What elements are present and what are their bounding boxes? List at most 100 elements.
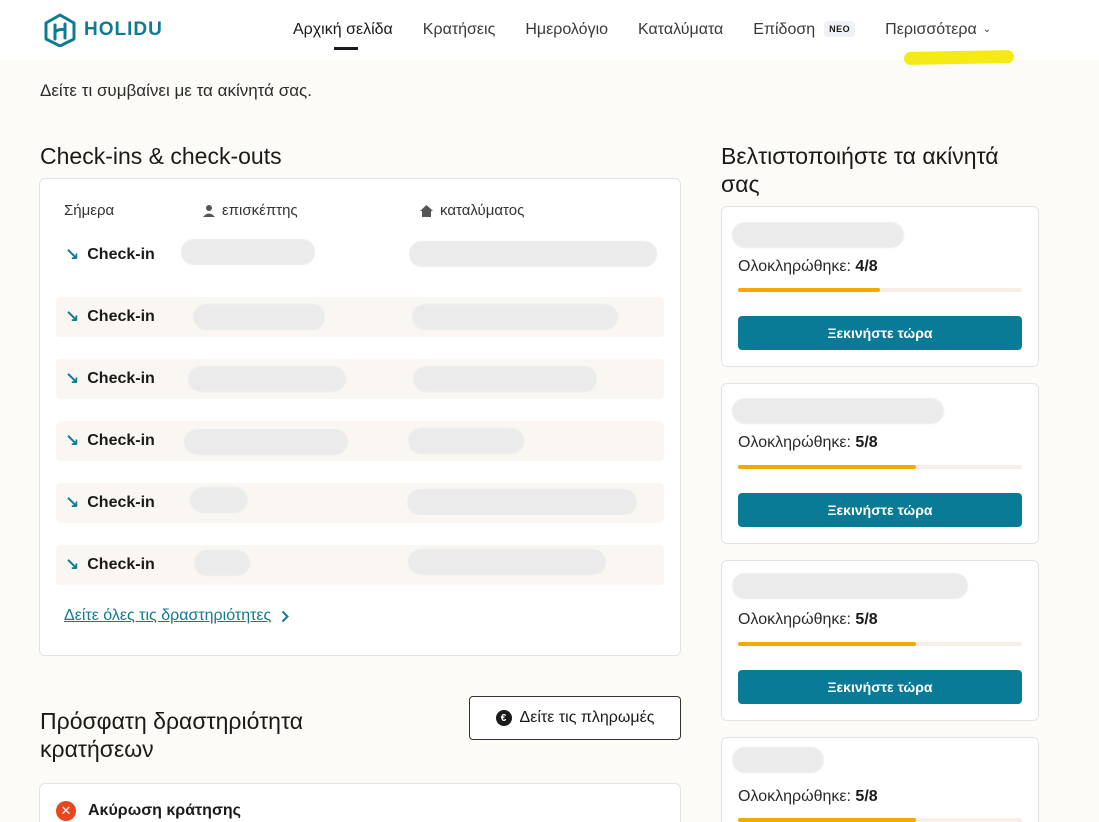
brand-name: HOLIDU (84, 19, 163, 40)
redacted-guest-name (190, 487, 248, 513)
redacted-guest-name (188, 366, 346, 392)
column-header-property: καταλύματος (419, 202, 524, 219)
recent-activity-title: Πρόσφατη δραστηριότητα κρατήσεων (40, 708, 304, 762)
arrow-down-right-icon: ↘ (65, 245, 80, 264)
new-badge: ΝΕΟ (824, 21, 856, 37)
checkin-label: ↘ Check-in (65, 369, 155, 389)
checkin-row[interactable]: ↘ Check-in (56, 297, 664, 337)
checkin-label: ↘ Check-in (65, 493, 155, 513)
column-header-property-label: καταλύματος (440, 202, 525, 219)
progress-value: 4/8 (855, 258, 878, 275)
home-icon (420, 204, 433, 217)
holidu-logo-icon (44, 13, 76, 47)
redacted-guest-name (184, 429, 348, 455)
progress-bar-fill (738, 465, 916, 469)
nav-item-properties[interactable]: Καταλύματα (638, 21, 723, 39)
checkin-text: Check-in (87, 370, 155, 387)
arrow-down-right-icon: ↘ (65, 555, 80, 574)
redacted-property-name (409, 241, 657, 267)
progress-label: Ολοκληρώθηκε: 5/8 (738, 611, 878, 629)
checkins-title: Check-ins & check-outs (40, 143, 282, 169)
checkin-row[interactable]: ↘ Check-in (56, 359, 664, 399)
optimize-card: Ολοκληρώθηκε: 5/8 Ξεκινήστε τώρα (721, 560, 1039, 721)
optimize-title: Βελτιστοποιήστε τα ακίνητά σας (721, 143, 999, 197)
progress-value: 5/8 (855, 611, 878, 628)
optimize-card: Ολοκληρώθηκε: 5/8 (721, 737, 1039, 822)
checkin-text: Check-in (87, 246, 155, 263)
view-payments-button[interactable]: € Δείτε τις πληρωμές (469, 696, 681, 740)
cancel-icon: ✕ (56, 801, 76, 821)
nav-item-more-label: Περισσότερα (885, 21, 977, 38)
progress-bar-fill (738, 288, 880, 292)
checkin-label: ↘ Check-in (65, 431, 155, 451)
checkin-text: Check-in (87, 494, 155, 511)
activity-item-label: Ακύρωση κράτησης (88, 802, 241, 819)
redacted-property-name (732, 747, 824, 773)
redacted-property-name (413, 366, 597, 392)
checkin-row[interactable]: ↘ Check-in (56, 483, 664, 523)
redacted-property-name (408, 428, 524, 454)
checkin-label: ↘ Check-in (65, 245, 155, 265)
view-payments-label: Δείτε τις πληρωμές (519, 709, 655, 726)
page-subtitle: Δείτε τι συμβαίνει με τα ακίνητά σας. (40, 81, 312, 100)
redacted-property-name (732, 398, 944, 424)
checkin-text: Check-in (87, 308, 155, 325)
redacted-property-name (732, 573, 968, 599)
progress-prefix: Ολοκληρώθηκε: (738, 788, 851, 805)
redacted-property-name (412, 304, 618, 330)
progress-label: Ολοκληρώθηκε: 5/8 (738, 434, 878, 452)
checkin-row[interactable]: ↘ Check-in (56, 421, 664, 461)
checkin-text: Check-in (87, 556, 155, 573)
see-all-activities-label: Δείτε όλες τις δραστηριότητες (64, 607, 272, 624)
progress-bar (738, 465, 1022, 469)
chevron-down-icon: ⌄ (982, 24, 992, 35)
checkin-row[interactable]: ↘ Check-in (56, 545, 664, 585)
checkin-row[interactable]: ↘ Check-in (56, 235, 664, 275)
redacted-guest-name (193, 304, 325, 330)
start-now-button[interactable]: Ξεκινήστε τώρα (738, 316, 1022, 350)
see-all-activities-link[interactable]: Δείτε όλες τις δραστηριότητες (64, 607, 290, 625)
progress-value: 5/8 (855, 788, 878, 805)
checkins-card: Σήμερα επισκέπτης καταλύματος ↘ Check-in … (39, 178, 681, 656)
arrow-down-right-icon: ↘ (65, 431, 80, 450)
holidu-logo[interactable]: HOLIDU (44, 13, 163, 47)
nav-item-more[interactable]: Περισσότερα ⌄ (885, 21, 991, 39)
column-header-guest-label: επισκέπτης (222, 202, 298, 219)
progress-bar (738, 288, 1022, 292)
progress-prefix: Ολοκληρώθηκε: (738, 258, 851, 275)
optimize-card: Ολοκληρώθηκε: 4/8 Ξεκινήστε τώρα (721, 206, 1039, 367)
progress-prefix: Ολοκληρώθηκε: (738, 611, 851, 628)
progress-bar-fill (738, 818, 916, 822)
checkin-label: ↘ Check-in (65, 555, 155, 575)
euro-icon: € (495, 710, 512, 726)
progress-bar-fill (738, 642, 916, 646)
progress-bar (738, 818, 1022, 822)
nav-item-performance[interactable]: Επίδοση ΝΕΟ (753, 21, 856, 39)
redacted-property-name (407, 489, 637, 515)
start-now-button[interactable]: Ξεκινήστε τώρα (738, 493, 1022, 527)
nav-item-performance-label: Επίδοση (753, 21, 816, 38)
column-header-guest: επισκέπτης (202, 202, 298, 219)
recent-activity-card: ✕ Ακύρωση κράτησης (39, 783, 681, 822)
checkin-text: Check-in (87, 432, 155, 449)
activity-item[interactable]: ✕ Ακύρωση κράτησης (56, 801, 241, 821)
redacted-guest-name (194, 550, 250, 576)
progress-label: Ολοκληρώθηκε: 5/8 (738, 788, 878, 806)
chevron-right-icon (282, 610, 290, 622)
progress-prefix: Ολοκληρώθηκε: (738, 434, 851, 451)
start-now-button[interactable]: Ξεκινήστε τώρα (738, 670, 1022, 704)
redacted-property-name (408, 549, 606, 575)
column-header-today: Σήμερα (64, 202, 115, 219)
nav-item-bookings[interactable]: Κρατήσεις (423, 21, 496, 39)
checkin-label: ↘ Check-in (65, 307, 155, 327)
arrow-down-right-icon: ↘ (65, 369, 80, 388)
redacted-property-name (732, 222, 904, 248)
redacted-guest-name (181, 239, 315, 265)
main-nav: Αρχική σελίδα Κρατήσεις Ημερολόγιο Καταλ… (293, 21, 991, 50)
progress-bar (738, 642, 1022, 646)
optimize-card: Ολοκληρώθηκε: 5/8 Ξεκινήστε τώρα (721, 383, 1039, 544)
nav-item-calendar[interactable]: Ημερολόγιο (525, 21, 608, 39)
arrow-down-right-icon: ↘ (65, 307, 80, 326)
nav-item-home[interactable]: Αρχική σελίδα (293, 21, 393, 50)
person-icon (203, 204, 215, 217)
